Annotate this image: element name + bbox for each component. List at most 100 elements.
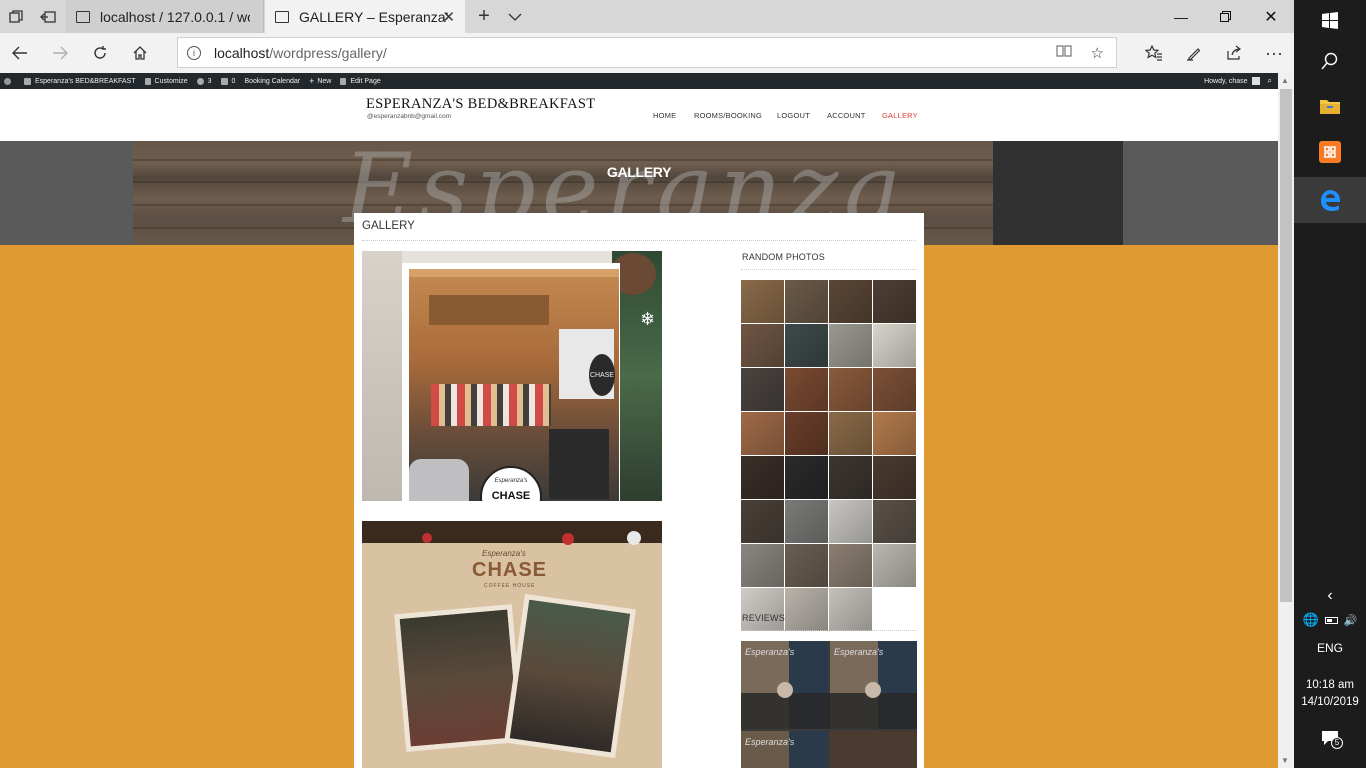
taskbar-file-explorer[interactable] (1294, 84, 1366, 128)
divider (362, 240, 916, 241)
random-photo-thumbnail[interactable] (741, 588, 784, 631)
random-photo-thumbnail[interactable] (741, 412, 784, 455)
site-title[interactable]: ESPERANZA'S BED&BREAKFAST (366, 96, 595, 113)
admin-comments-link[interactable]: 0 (220, 77, 235, 85)
random-photo-thumbnail[interactable] (829, 588, 872, 631)
network-globe-icon[interactable]: 🌐 (1303, 612, 1319, 628)
reviews-image[interactable]: Esperanza's Esperanza's Esperanza's (741, 641, 917, 768)
random-photo-thumbnail[interactable] (785, 544, 828, 587)
review-card-script: Esperanza's (745, 737, 795, 747)
random-photo-thumbnail[interactable] (785, 324, 828, 367)
scrollbar-thumb[interactable] (1280, 89, 1292, 602)
home-icon (24, 77, 31, 85)
random-photo-thumbnail[interactable] (829, 324, 872, 367)
divider (741, 630, 917, 631)
reviews-heading: REVIEWS (742, 613, 785, 623)
random-photo-thumbnail[interactable] (741, 324, 784, 367)
admin-booking-link[interactable]: Booking Calendar (244, 78, 300, 85)
random-photo-thumbnail[interactable] (785, 280, 828, 323)
admin-customize-link[interactable]: Customize (144, 77, 188, 85)
random-photo-thumbnail[interactable] (741, 368, 784, 411)
random-photo-thumbnail[interactable] (873, 544, 916, 587)
tab-phpmyadmin[interactable]: localhost / 127.0.0.1 / wordp (66, 0, 264, 33)
battery-icon[interactable] (1324, 616, 1338, 624)
favorites-hub-icon[interactable] (1138, 37, 1170, 69)
random-photo-thumbnail[interactable] (785, 456, 828, 499)
random-photo-thumbnail[interactable] (785, 500, 828, 543)
reading-view-icon[interactable] (1056, 44, 1072, 62)
tab-gallery[interactable]: GALLERY – Esperanza's ✕ (265, 0, 465, 33)
random-photo-thumbnail[interactable] (873, 500, 916, 543)
menu-item-rooms-booking[interactable]: ROOMS/BOOKING (694, 111, 762, 120)
close-window-icon[interactable]: ✕ (1248, 0, 1294, 33)
address-bar[interactable]: i localhost/wordpress/gallery/ ☆ (177, 37, 1117, 68)
wordpress-logo-icon[interactable] (4, 77, 15, 85)
menu-item-home[interactable]: HOME (653, 111, 676, 120)
clock-date[interactable]: 14/10/2019 (1294, 696, 1366, 708)
clock-time[interactable]: 10:18 am (1294, 679, 1366, 691)
random-photo-thumbnail[interactable] (873, 456, 916, 499)
page-icon (275, 10, 289, 23)
pen-notes-icon[interactable] (1178, 37, 1210, 69)
menu-item-logout[interactable]: LOGOUT (777, 111, 810, 120)
more-options-icon[interactable]: ··· (1258, 37, 1290, 69)
favorite-star-icon[interactable]: ☆ (1091, 44, 1104, 62)
admin-site-link[interactable]: Esperanza's BED&BREAKFAST (24, 77, 136, 85)
random-photo-thumbnail[interactable] (829, 280, 872, 323)
start-button[interactable] (1294, 0, 1366, 40)
random-photo-thumbnail[interactable] (829, 456, 872, 499)
collage-tagline: COFFEE HOUSE (484, 583, 536, 589)
volume-icon[interactable]: 🔊 (1344, 614, 1358, 627)
random-photo-thumbnail[interactable] (829, 500, 872, 543)
random-photo-thumbnail[interactable] (785, 412, 828, 455)
snowflake-icon: ❄ (640, 309, 656, 329)
random-photo-thumbnail[interactable] (873, 280, 916, 323)
menu-item-gallery[interactable]: GALLERY (882, 111, 918, 120)
gallery-photo-cafe-collage[interactable]: Esperanza's CHASE COFFEE HOUSE (362, 521, 662, 768)
random-photo-thumbnail[interactable] (741, 456, 784, 499)
close-tab-icon[interactable]: ✕ (442, 8, 455, 26)
set-tabs-aside-icon[interactable] (32, 0, 64, 33)
restore-icon[interactable] (1202, 0, 1248, 33)
input-language[interactable]: ENG (1294, 641, 1366, 655)
random-photo-thumbnail[interactable] (785, 368, 828, 411)
home-icon[interactable] (124, 37, 156, 69)
share-icon[interactable] (1218, 37, 1250, 69)
taskbar-xampp[interactable] (1294, 130, 1366, 174)
forward-icon[interactable] (44, 37, 76, 69)
tab-preview-icon[interactable] (0, 0, 32, 33)
random-photo-thumbnail[interactable] (829, 544, 872, 587)
show-hidden-icons-chevron-icon[interactable]: ‹ (1294, 586, 1366, 606)
page-scrollbar[interactable]: ▲ ▼ (1278, 73, 1294, 768)
admin-howdy-user[interactable]: Howdy, chase (1204, 78, 1247, 85)
avatar[interactable] (1251, 77, 1260, 85)
admin-updates-link[interactable]: 3 (196, 77, 212, 85)
random-photo-thumbnail[interactable] (829, 412, 872, 455)
minimize-icon[interactable]: — (1158, 0, 1204, 33)
random-photo-thumbnail[interactable] (741, 280, 784, 323)
scroll-up-icon[interactable]: ▲ (1281, 76, 1289, 85)
scroll-down-icon[interactable]: ▼ (1281, 756, 1289, 765)
search-icon[interactable]: ⌕ (1268, 76, 1272, 86)
new-tab-icon[interactable]: + (468, 0, 500, 33)
random-photo-thumbnail[interactable] (873, 324, 916, 367)
tab-list-chevron-icon[interactable] (499, 0, 531, 33)
site-info-icon[interactable]: i (187, 45, 201, 60)
action-center-button[interactable]: 5 (1294, 728, 1366, 752)
random-photo-thumbnail[interactable] (873, 412, 916, 455)
comment-icon (220, 77, 228, 85)
random-photo-thumbnail[interactable] (873, 368, 916, 411)
back-icon[interactable] (4, 37, 36, 69)
random-photo-thumbnail[interactable] (741, 500, 784, 543)
taskbar-edge[interactable] (1294, 177, 1366, 223)
menu-item-account[interactable]: ACCOUNT (827, 111, 865, 120)
url-text: localhost/wordpress/gallery/ (214, 44, 387, 61)
random-photo-thumbnail[interactable] (829, 368, 872, 411)
gallery-photo-cafe-exterior[interactable]: CHASE Esperanza's CHASE ❄ (362, 251, 662, 501)
admin-edit-page-link[interactable]: Edit Page (340, 77, 381, 85)
random-photo-thumbnail[interactable] (741, 544, 784, 587)
admin-new-link[interactable]: + New (309, 76, 331, 86)
refresh-icon[interactable] (84, 37, 116, 69)
search-button[interactable] (1294, 41, 1366, 81)
random-photo-thumbnail[interactable] (785, 588, 828, 631)
